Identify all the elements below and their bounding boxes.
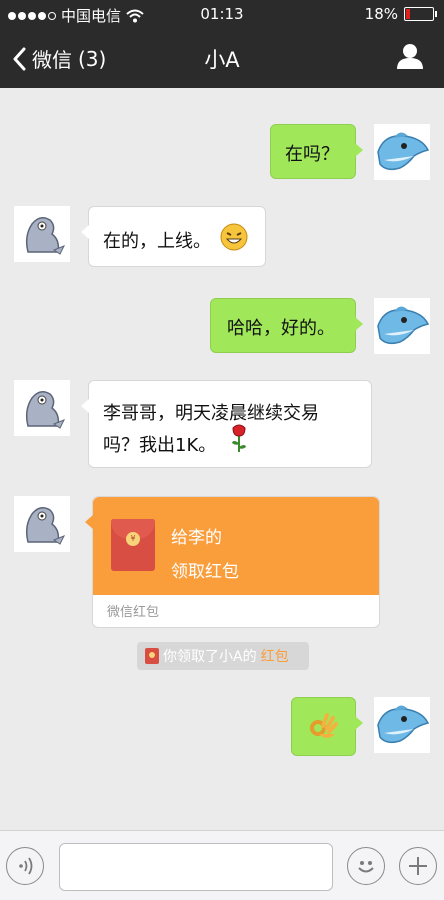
message-text: 在的，上线。 <box>103 231 211 252</box>
red-envelope-icon <box>145 648 159 664</box>
my-avatar[interactable] <box>374 124 430 180</box>
dinosaur-avatar-icon <box>25 507 66 545</box>
dolphin-avatar-icon <box>377 705 430 744</box>
my-avatar[interactable] <box>374 298 430 354</box>
message-bubble-received[interactable]: 李哥哥，明天凌晨继续交易 吗？我出1K。 <box>81 380 372 468</box>
red-packet-action: 领取红包 <box>171 562 239 582</box>
voice-button[interactable] <box>6 847 44 885</box>
more-button[interactable] <box>399 847 437 885</box>
message-bubble-sent[interactable] <box>291 697 363 756</box>
notice-text: 你领取了小A的 <box>163 649 257 665</box>
status-bar: 中国电信 01:13 18% <box>0 0 444 28</box>
contact-avatar[interactable] <box>14 206 70 262</box>
input-bar <box>0 830 444 900</box>
red-envelope-icon: ¥ <box>111 519 155 571</box>
notice-link[interactable]: 红包 <box>261 646 289 666</box>
message-bubble-sent[interactable]: 哈哈，好的。 <box>210 298 363 353</box>
my-avatar[interactable] <box>374 697 430 753</box>
dinosaur-avatar-icon <box>25 217 66 255</box>
rose-icon <box>232 424 246 452</box>
message-bubble-sent[interactable]: 在吗？ <box>270 124 363 179</box>
contact-avatar[interactable] <box>14 380 70 436</box>
emoji-button[interactable] <box>347 847 385 885</box>
profile-button[interactable] <box>396 42 424 74</box>
message-text-line-2: 吗？我出1K。 <box>103 435 217 456</box>
battery-percent: 18% <box>364 5 398 23</box>
system-notice: 你领取了小A的 红包 <box>137 642 309 670</box>
message-text: 在吗？ <box>285 144 339 165</box>
message-bubble-received[interactable]: 在的，上线。 <box>81 206 266 267</box>
message-input[interactable] <box>59 843 333 891</box>
red-packet-greeting: 给李的 <box>171 528 222 548</box>
red-packet-message[interactable]: ¥ 给李的 领取红包 微信红包 <box>85 496 380 628</box>
smiley-icon <box>358 861 374 873</box>
dolphin-avatar-icon <box>377 132 430 171</box>
contact-avatar[interactable] <box>14 496 70 552</box>
plus-icon <box>409 857 427 875</box>
chat-title: 小A <box>204 48 240 72</box>
ok-hand-icon <box>310 713 338 738</box>
dolphin-avatar-icon <box>377 306 430 345</box>
voice-icon <box>19 857 33 875</box>
red-packet-footer: 微信红包 <box>107 605 160 620</box>
battery-icon <box>404 7 437 21</box>
dinosaur-avatar-icon <box>25 391 66 429</box>
person-icon <box>397 44 423 69</box>
nav-bar: 微信 (3) 小A <box>0 28 444 88</box>
message-text-line-1: 李哥哥，明天凌晨继续交易 <box>103 403 319 424</box>
grin-emoji-icon <box>220 223 248 251</box>
message-text: 哈哈，好的。 <box>227 318 335 339</box>
